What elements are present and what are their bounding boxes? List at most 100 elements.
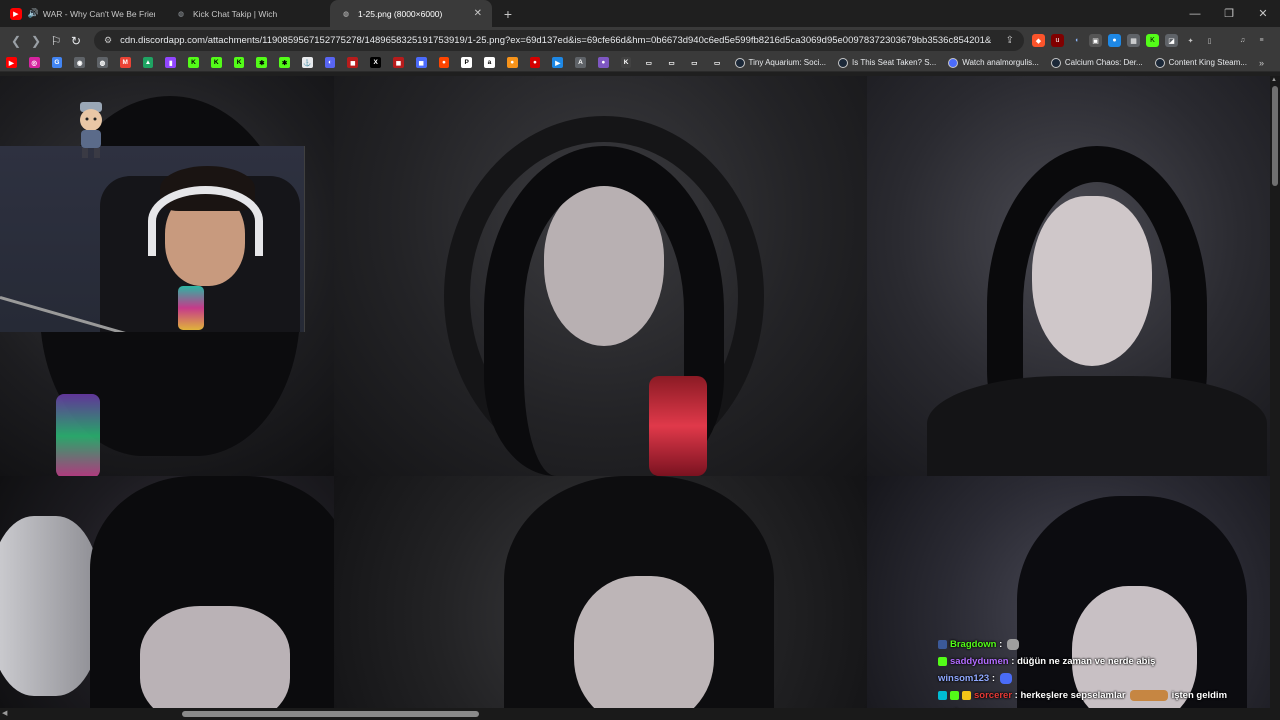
twitch-icon[interactable]: ▮ bbox=[165, 57, 177, 68]
headphones-shape bbox=[0, 516, 100, 696]
instagram-icon[interactable]: ◎ bbox=[28, 57, 40, 68]
image-tile bbox=[334, 76, 867, 476]
steam-icon bbox=[1050, 57, 1061, 68]
share-icon[interactable]: ⇪ bbox=[1006, 35, 1014, 46]
bookmark-item[interactable]: Calcium Chaos: Der... bbox=[1050, 57, 1143, 68]
bookmark-icon[interactable]: K bbox=[620, 57, 632, 68]
globe-icon[interactable]: ◍ bbox=[97, 57, 108, 68]
scroll-up-icon[interactable]: ▲ bbox=[1271, 77, 1277, 83]
chat-text: herkeşlere sepselamlar bbox=[1020, 690, 1126, 701]
headphones-shape bbox=[148, 186, 263, 256]
x-icon[interactable]: X bbox=[370, 57, 382, 68]
ublock-icon[interactable]: u bbox=[1051, 34, 1064, 47]
speaker-icon[interactable]: 🔊 bbox=[28, 8, 39, 19]
chat-text-tail: işten geldim bbox=[1171, 690, 1228, 701]
chat-separator: : bbox=[989, 673, 998, 684]
bookmark-icon[interactable]: ◼ bbox=[415, 57, 427, 68]
audio-icon[interactable]: ◖ bbox=[1070, 34, 1083, 47]
badge-icon bbox=[938, 639, 947, 649]
bookmarks-overflow-button[interactable]: » bbox=[1259, 58, 1264, 68]
chat-separator: : bbox=[1008, 656, 1018, 667]
youtube-icon[interactable]: ▶ bbox=[6, 57, 17, 68]
back-icon[interactable]: ❮ bbox=[6, 34, 26, 48]
extension-icon[interactable]: ▦ bbox=[1127, 34, 1140, 47]
bookmark-icon[interactable]: ◼ bbox=[347, 57, 359, 68]
restore-button[interactable]: ❐ bbox=[1212, 0, 1246, 27]
emote-icon bbox=[1129, 689, 1168, 701]
kick-icon[interactable]: K bbox=[233, 57, 245, 68]
bookmark-icon[interactable]: ● bbox=[506, 57, 518, 68]
close-window-button[interactable]: ✕ bbox=[1246, 0, 1280, 27]
image-tile bbox=[334, 476, 867, 708]
drive-icon[interactable]: ▲ bbox=[142, 57, 154, 68]
character-sticker bbox=[80, 102, 102, 158]
reddit-icon[interactable]: ● bbox=[438, 57, 450, 68]
close-icon[interactable]: ✕ bbox=[474, 8, 482, 19]
extension-icon[interactable]: ● bbox=[1108, 34, 1121, 47]
badge-icon bbox=[962, 690, 971, 700]
bookmark-label: Content King Steam... bbox=[1168, 58, 1247, 67]
bookmark-icon[interactable]: ✱ bbox=[279, 57, 290, 68]
horizontal-scroll-thumb[interactable] bbox=[182, 711, 479, 717]
minimize-button[interactable]: — bbox=[1178, 0, 1212, 27]
bookmark-icon[interactable]: ◼ bbox=[393, 57, 404, 68]
bookmarks-bar: ▶ ◎ G ◉ ◍ M ▲ ▮ K K K ✱ ✱ ⚓ ◐ ◼ X ◼ ◼ ● Pa ● ● ▶ A ● K ▭ ▭ ▭ ▭ Tiny Aqu… bbox=[0, 54, 1280, 72]
puzzle-icon[interactable]: ✦ bbox=[1184, 34, 1197, 47]
parlor-icon[interactable]: P bbox=[461, 57, 473, 68]
bookmark-icon[interactable]: ● bbox=[597, 57, 609, 68]
forward-icon[interactable]: ❯ bbox=[26, 34, 46, 48]
bookmark-label: Is This Seat Taken? S... bbox=[852, 58, 937, 67]
bookmark-item[interactable]: Tiny Aquarium: Soci... bbox=[734, 57, 826, 68]
extension-icon[interactable]: ◪ bbox=[1165, 34, 1178, 47]
brave-shield-icon[interactable]: ◆ bbox=[1032, 34, 1045, 47]
kick-icon[interactable]: K bbox=[1146, 34, 1159, 47]
window-controls: — ❐ ✕ bbox=[1178, 0, 1280, 27]
vertical-scroll-thumb[interactable] bbox=[1272, 86, 1278, 186]
kick-icon[interactable]: K bbox=[188, 57, 199, 68]
bookmark-icon[interactable]: ▶ bbox=[552, 57, 564, 68]
horizontal-scrollbar[interactable]: ◀ bbox=[0, 708, 1280, 720]
sidebar-icon[interactable]: ▯ bbox=[1203, 34, 1216, 47]
new-tab-button[interactable]: + bbox=[498, 6, 518, 22]
bookmark-icon[interactable]: ✱ bbox=[256, 57, 268, 68]
tab-strip: ▶ 🔊 WAR - Why Can't We Be Friends ◍ Kick… bbox=[0, 0, 1280, 27]
folder-icon[interactable]: ▭ bbox=[688, 57, 700, 68]
kick-icon[interactable]: K bbox=[210, 57, 222, 68]
vertical-scrollbar[interactable]: ▲ bbox=[1270, 76, 1280, 708]
folder-icon[interactable]: ▭ bbox=[643, 57, 655, 68]
badge-icon bbox=[950, 690, 959, 700]
menu-icon[interactable]: ≡ bbox=[1255, 34, 1268, 47]
microphone-light bbox=[178, 286, 204, 330]
bookmark-icon[interactable]: ● bbox=[529, 57, 541, 68]
bookmark-item[interactable]: Is This Seat Taken? S... bbox=[838, 57, 937, 68]
folder-icon[interactable]: ▭ bbox=[711, 57, 723, 68]
tab-youtube[interactable]: ▶ 🔊 WAR - Why Can't We Be Friends bbox=[0, 0, 165, 27]
bookmark-item[interactable]: Watch analmorgulis... bbox=[948, 57, 1039, 68]
address-bar[interactable]: ⚙ cdn.discordapp.com/attachments/1190859… bbox=[94, 30, 1024, 51]
extension-icon[interactable]: ▣ bbox=[1089, 34, 1102, 47]
bookmark-icon[interactable]: A bbox=[575, 57, 586, 68]
badge-icon bbox=[938, 690, 947, 700]
shoulders-shape bbox=[927, 376, 1267, 476]
translate-icon[interactable]: G bbox=[51, 57, 63, 68]
badge-icon bbox=[938, 656, 947, 666]
reload-icon[interactable]: ↻ bbox=[66, 34, 86, 48]
discord-icon[interactable]: ◐ bbox=[324, 57, 336, 68]
folder-icon[interactable]: ▭ bbox=[666, 57, 677, 68]
scroll-left-icon[interactable]: ◀ bbox=[2, 709, 7, 717]
bookmark-item[interactable]: Content King Steam... bbox=[1154, 57, 1247, 68]
gmail-icon[interactable]: M bbox=[119, 57, 131, 68]
image-tile bbox=[0, 476, 334, 708]
face-shape bbox=[140, 606, 290, 708]
url-text[interactable]: cdn.discordapp.com/attachments/119085956… bbox=[120, 35, 991, 46]
chrome-icon[interactable]: ◉ bbox=[74, 57, 86, 68]
tab-image-active[interactable]: ◍ 1-25.png (8000×6000) ✕ bbox=[330, 0, 492, 27]
bookmark-star-icon[interactable]: ⚐ bbox=[46, 34, 66, 48]
tab-kick-chat[interactable]: ◍ Kick Chat Takip | Wich bbox=[165, 0, 330, 27]
anchor-icon[interactable]: ⚓ bbox=[301, 57, 313, 68]
face-shape bbox=[574, 576, 714, 708]
toolbar: ❮ ❯ ⚐ ↻ ⚙ cdn.discordapp.com/attachments… bbox=[0, 27, 1280, 54]
media-icon[interactable]: ♫ bbox=[1236, 34, 1249, 47]
site-info-icon[interactable]: ⚙ bbox=[104, 35, 112, 46]
amazon-icon[interactable]: a bbox=[484, 57, 495, 68]
